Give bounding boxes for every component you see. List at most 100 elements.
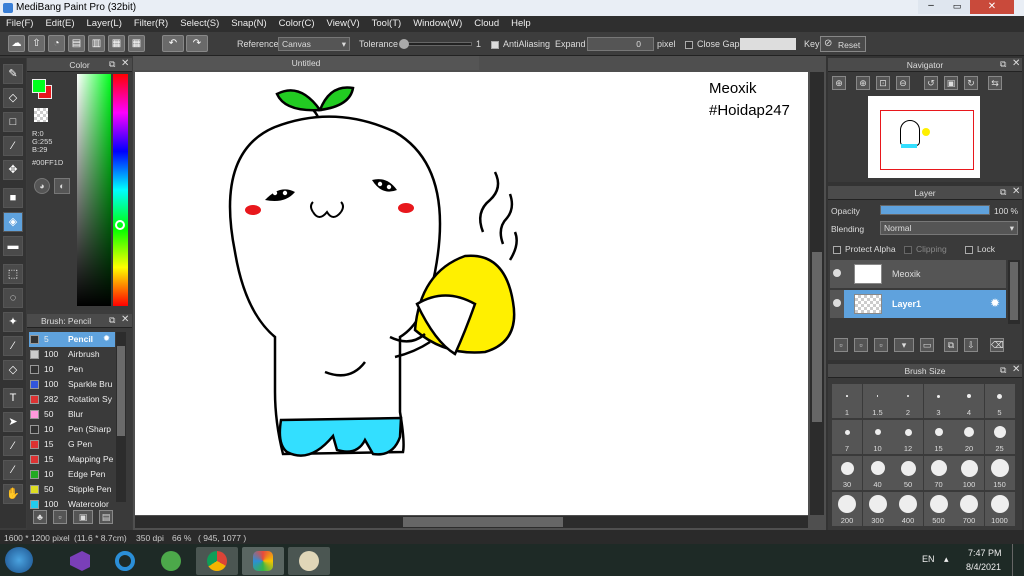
close-icon[interactable]: ✕ <box>1012 58 1020 69</box>
vertical-scrollbar[interactable] <box>810 72 824 515</box>
brush-size-option[interactable]: 2 <box>893 384 923 418</box>
popout-icon[interactable]: ⧉ <box>109 315 115 326</box>
brush-cloud-icon[interactable]: ♣ <box>33 510 47 524</box>
rotate-right-icon[interactable]: ↻ <box>964 76 978 90</box>
popout-icon[interactable]: ⧉ <box>109 59 115 70</box>
visibility-icon[interactable] <box>833 299 841 307</box>
move-tool-icon[interactable]: ✥ <box>3 160 23 180</box>
brush-size-option[interactable]: 150 <box>984 456 1015 490</box>
visual-studio-icon[interactable] <box>60 547 102 575</box>
visibility-icon[interactable] <box>833 269 841 277</box>
eyedropper-icon[interactable]: ⁄ <box>3 436 23 456</box>
brush-size-option[interactable]: 7 <box>832 420 862 454</box>
gradient-tool-icon[interactable]: ▬ <box>3 236 23 256</box>
hand-tool-icon[interactable]: ✋ <box>3 484 23 504</box>
maximize-button[interactable]: ▭ <box>944 0 970 14</box>
medibang-paint-icon[interactable] <box>242 547 284 575</box>
brush-size-option[interactable]: 1 <box>832 384 862 418</box>
brush-list-scrollbar[interactable] <box>116 332 126 502</box>
brush-size-option[interactable]: 400 <box>893 492 923 526</box>
brush-size-option[interactable]: 4 <box>954 384 984 418</box>
brush-size-option[interactable]: 500 <box>923 492 954 526</box>
text-tool-icon[interactable]: T <box>3 388 23 408</box>
antialiasing-checkbox[interactable] <box>491 39 499 49</box>
gear-icon[interactable]: ✹ <box>990 296 1000 310</box>
brush-item[interactable]: 10 Edge Pen <box>29 467 115 482</box>
close-icon[interactable]: ✕ <box>1012 364 1020 375</box>
menu-edit[interactable]: Edit(E) <box>39 16 80 29</box>
menu-layer[interactable]: Layer(L) <box>81 16 128 29</box>
delete-layer-icon[interactable]: ⌫ <box>990 338 1004 352</box>
close-icon[interactable]: ✕ <box>121 314 129 325</box>
brush-size-option[interactable]: 1.5 <box>862 384 893 418</box>
start-button[interactable] <box>5 547 33 573</box>
scrollbar-thumb[interactable] <box>117 346 125 436</box>
add-layer-menu-icon[interactable]: ▾ <box>894 338 914 352</box>
select-eraser-icon[interactable]: ◇ <box>3 360 23 380</box>
select-tool-icon[interactable]: ⬚ <box>3 264 23 284</box>
new-brush-icon[interactable]: ▫ <box>53 510 67 524</box>
clock-time[interactable]: 7:47 PM <box>968 548 1002 558</box>
brush-settings-icon[interactable]: ▤ <box>99 510 113 524</box>
brush-size-option[interactable]: 200 <box>832 492 862 526</box>
chrome-icon[interactable] <box>196 547 238 575</box>
layer-row-selected[interactable]: Layer1 ✹ <box>830 290 1006 318</box>
chat-icon[interactable]: ◔ <box>48 35 65 52</box>
cloud-icon[interactable]: ☁ <box>8 35 25 52</box>
menu-tool[interactable]: Tool(T) <box>366 16 408 29</box>
brush-size-option[interactable]: 300 <box>862 492 893 526</box>
brush-size-option[interactable]: 1000 <box>984 492 1015 526</box>
document-icon[interactable]: ▤ <box>68 35 85 52</box>
grid-icon[interactable]: ▦ <box>128 35 145 52</box>
show-desktop-button[interactable] <box>1012 544 1024 576</box>
brush-size-option[interactable]: 15 <box>923 420 954 454</box>
menu-file[interactable]: File(F) <box>0 16 39 29</box>
select-pen-icon[interactable]: ⁄ <box>3 336 23 356</box>
zoom-out-icon[interactable]: ⊖ <box>896 76 910 90</box>
brush-size-option[interactable]: 10 <box>862 420 893 454</box>
clock-date[interactable]: 8/4/2021 <box>966 562 1001 572</box>
tolerance-slider-handle[interactable] <box>399 39 409 49</box>
brush-size-option[interactable]: 40 <box>862 456 893 490</box>
protect-alpha-checkbox[interactable] <box>833 244 841 254</box>
close-icon[interactable]: ✕ <box>1012 186 1020 197</box>
zoom-in-icon[interactable]: ⊕ <box>856 76 870 90</box>
brush-tool-icon[interactable]: ✎ <box>3 64 23 84</box>
close-icon[interactable]: ✕ <box>121 58 129 69</box>
menu-select[interactable]: Select(S) <box>174 16 225 29</box>
lasso-tool-icon[interactable]: ◌ <box>3 288 23 308</box>
menu-window[interactable]: Window(W) <box>407 16 468 29</box>
palette-icon[interactable]: ◕ <box>34 178 50 194</box>
brush-size-option[interactable]: 20 <box>954 420 984 454</box>
primary-color-swatch[interactable] <box>32 79 46 93</box>
menu-snap[interactable]: Snap(N) <box>225 16 272 29</box>
brush-item[interactable]: 15 G Pen <box>29 437 115 452</box>
language-indicator[interactable]: EN <box>922 554 935 564</box>
new-layer-8bit-icon[interactable]: ▫ <box>854 338 868 352</box>
dropper-icon[interactable]: ⁄ <box>3 460 23 480</box>
merge-layer-icon[interactable]: ⇩ <box>964 338 978 352</box>
scrollbar-thumb[interactable] <box>403 517 563 527</box>
horizontal-scrollbar[interactable] <box>135 516 808 528</box>
zoom-actual-icon[interactable]: ⊡ <box>876 76 890 90</box>
opacity-slider[interactable] <box>880 205 990 215</box>
brush-add-icon[interactable]: ▣ <box>73 510 93 524</box>
flip-icon[interactable]: ⇆ <box>988 76 1002 90</box>
brush-size-option[interactable]: 30 <box>832 456 862 490</box>
canvas[interactable]: Meoxik #Hoidap247 <box>135 72 808 515</box>
minimize-button[interactable]: – <box>918 0 944 14</box>
scrollbar-thumb[interactable] <box>1010 262 1018 320</box>
gear-icon[interactable]: ✹ <box>103 333 110 344</box>
brush-item[interactable]: 100 Airbrush <box>29 347 115 362</box>
popout-icon[interactable]: ⧉ <box>1000 59 1006 70</box>
clipping-checkbox[interactable] <box>904 244 912 254</box>
scrollbar-thumb[interactable] <box>812 252 822 422</box>
menu-color[interactable]: Color(C) <box>273 16 321 29</box>
layers-icon[interactable]: ▦ <box>108 35 125 52</box>
internet-explorer-icon[interactable] <box>104 547 146 575</box>
brush-size-option[interactable]: 70 <box>923 456 954 490</box>
brush-size-option[interactable]: 3 <box>923 384 954 418</box>
brush-item[interactable]: 10 Pen (Sharp <box>29 422 115 437</box>
undo-icon[interactable]: ↶ <box>162 35 184 52</box>
brush-size-option[interactable]: 12 <box>893 420 923 454</box>
